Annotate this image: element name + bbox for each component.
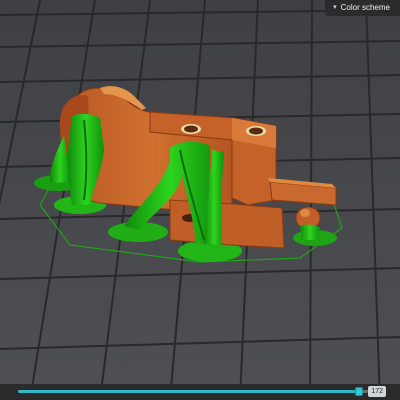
chevron-down-icon: ▾ [333, 4, 337, 11]
layer-slider-thumb[interactable] [355, 387, 364, 396]
layer-slider-track[interactable] [18, 390, 368, 393]
3d-preview-viewport[interactable]: ▾ Color scheme 172 [0, 0, 400, 400]
print-preview-scene[interactable] [0, 0, 400, 400]
layer-slider-fill [18, 390, 360, 393]
layer-value-label: 172 [368, 386, 386, 397]
layer-slider[interactable]: 172 [0, 384, 400, 400]
color-scheme-dropdown[interactable]: ▾ Color scheme [325, 0, 400, 16]
color-scheme-label: Color scheme [340, 3, 390, 12]
